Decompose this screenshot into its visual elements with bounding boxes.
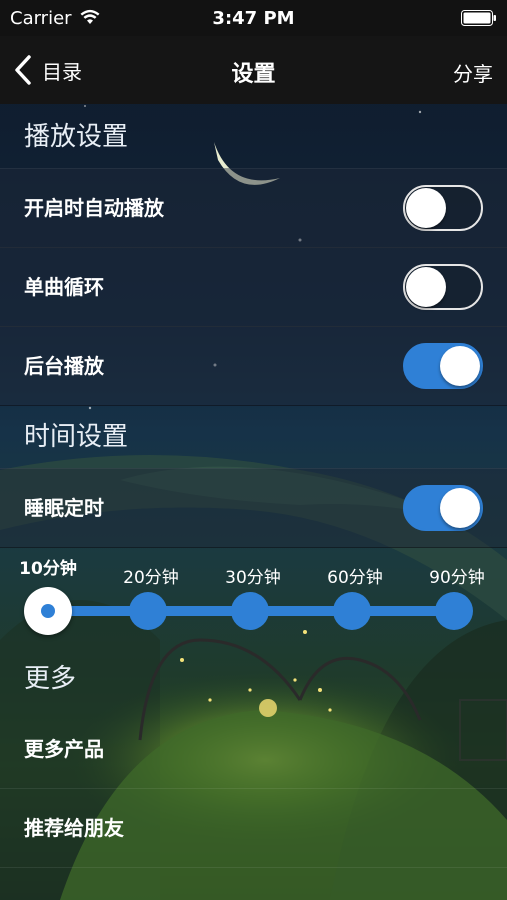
background-play-toggle[interactable] [403, 343, 483, 389]
section-header-playback: 播放设置 [24, 122, 129, 152]
back-label: 目录 [42, 59, 82, 84]
back-button[interactable]: 目录 [14, 50, 82, 90]
status-bar: Carrier 3:47 PM [0, 0, 507, 36]
battery-icon [461, 10, 496, 26]
toggle-knob [406, 267, 446, 307]
autoplay-toggle[interactable] [403, 185, 483, 231]
setting-row-single-loop: 单曲循环 [0, 247, 507, 327]
navigation-bar: 目录 设置 分享 [0, 36, 507, 104]
recommend-to-friends-row[interactable]: 推荐给朋友 [0, 789, 507, 868]
timer-option-label: 60分钟 [327, 568, 383, 588]
setting-row-autoplay: 开启时自动播放 [0, 168, 507, 248]
more-products-label: 更多产品 [24, 737, 104, 761]
toggle-knob [440, 488, 480, 528]
slider-stop-30[interactable] [231, 592, 269, 630]
single-loop-toggle[interactable] [403, 264, 483, 310]
slider-stop-60[interactable] [333, 592, 371, 630]
toggle-knob [440, 346, 480, 386]
share-button[interactable]: 分享 [453, 58, 493, 87]
setting-row-background-play: 后台播放 [0, 326, 507, 406]
sleep-timer-slider[interactable] [0, 586, 507, 636]
slider-thumb-center [41, 604, 55, 618]
slider-thumb[interactable] [24, 587, 72, 635]
setting-row-sleep-timer: 睡眠定时 [0, 468, 507, 548]
status-time: 3:47 PM [212, 8, 295, 29]
timer-option-label: 30分钟 [225, 568, 281, 588]
sleep-timer-label: 睡眠定时 [24, 496, 104, 520]
background-play-label: 后台播放 [24, 354, 104, 378]
chevron-left-icon [15, 55, 31, 85]
timer-option-label: 90分钟 [429, 568, 485, 588]
more-products-row[interactable]: 更多产品 [0, 710, 507, 789]
recommend-to-friends-label: 推荐给朋友 [24, 816, 124, 840]
sleep-timer-toggle[interactable] [403, 485, 483, 531]
section-header-time: 时间设置 [24, 422, 129, 452]
toggle-knob [406, 188, 446, 228]
timer-option-label: 10分钟 [19, 559, 77, 579]
slider-stop-20[interactable] [129, 592, 167, 630]
autoplay-label: 开启时自动播放 [24, 196, 164, 220]
section-header-more: 更多 [24, 664, 77, 694]
slider-stop-90[interactable] [435, 592, 473, 630]
single-loop-label: 单曲循环 [24, 275, 104, 299]
timer-option-label: 20分钟 [123, 568, 179, 588]
